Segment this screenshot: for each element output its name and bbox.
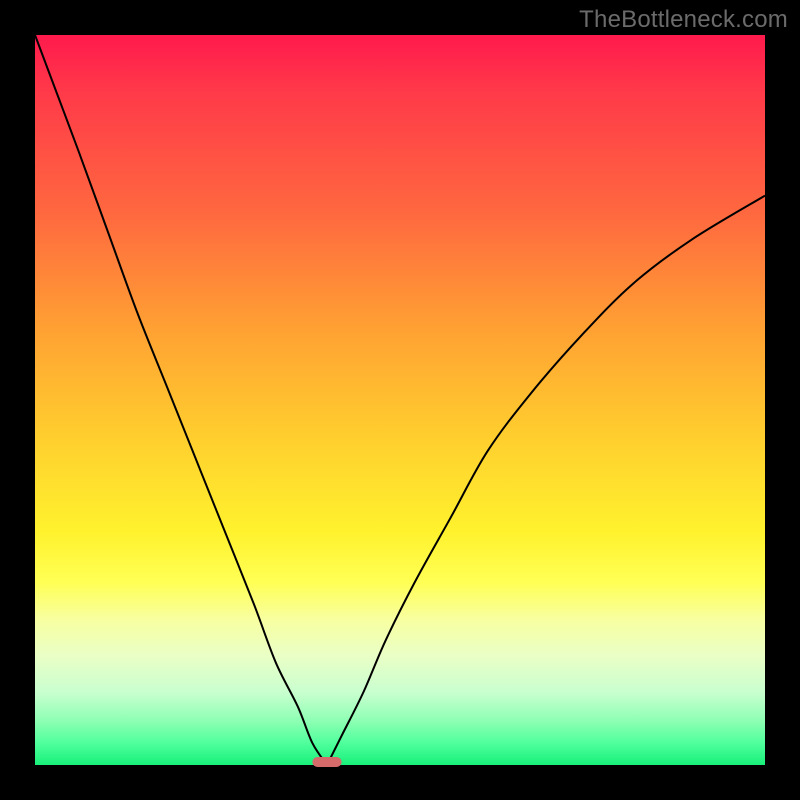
watermark-text: TheBottleneck.com (579, 6, 788, 34)
curve-right-arm (327, 196, 765, 765)
plot-area (35, 35, 765, 765)
trough-marker (312, 757, 341, 767)
curve-left-arm (35, 35, 327, 765)
curve-svg (35, 35, 765, 765)
chart-frame: TheBottleneck.com (0, 0, 800, 800)
